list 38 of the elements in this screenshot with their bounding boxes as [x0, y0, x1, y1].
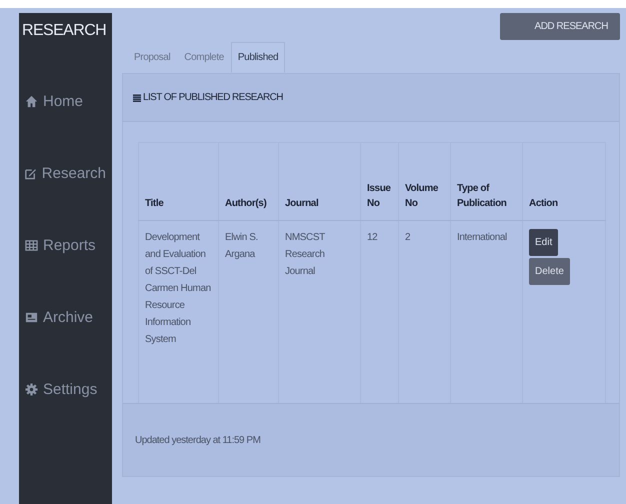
list-icon — [133, 94, 141, 102]
tab[interactable]: Published — [230, 42, 286, 73]
sidebar-item[interactable]: Research — [19, 137, 112, 209]
column-header: Title — [145, 198, 164, 209]
table-cell: 2 — [405, 232, 410, 243]
brand-title: RESEARCH — [22, 21, 106, 41]
column-header: Journal — [285, 198, 318, 209]
table-icon — [25, 238, 38, 252]
sidebar-item[interactable]: Home — [19, 79, 112, 123]
sidebar-label: Settings — [43, 380, 98, 398]
tab[interactable]: Complete — [177, 42, 231, 73]
sidebar-label: Archive — [43, 308, 94, 326]
edit-button[interactable]: Edit — [529, 229, 558, 256]
table-cell: International — [457, 232, 507, 243]
column-header: Volume No — [405, 183, 438, 209]
tab[interactable]: Proposal — [127, 42, 178, 73]
edit-icon — [25, 166, 37, 180]
sidebar-item[interactable]: Settings — [19, 353, 112, 425]
column-header: Type of Publication — [457, 183, 506, 209]
update-note: Updated yesterday at 11:59 PM — [135, 434, 260, 446]
sidebar-label: Research — [42, 164, 106, 182]
add-research-button[interactable]: ADD RESEARCH — [500, 13, 620, 40]
column-header: Action — [529, 198, 558, 209]
settings-icon — [25, 382, 38, 396]
column-header: Issue No — [367, 183, 391, 209]
home-icon — [25, 94, 38, 108]
delete-button[interactable]: Delete — [529, 258, 570, 285]
column-header: Author(s) — [225, 198, 266, 209]
archive-icon — [25, 310, 38, 324]
sidebar-label: Home — [43, 92, 84, 110]
table-cell: Elwin S. Argana — [225, 232, 258, 260]
table-cell: Development and Evaluation of SSCT-Del Carmen Human Resource Information System — [145, 232, 211, 345]
table-cell: 12 — [367, 232, 378, 243]
panel-title: LIST OF PUBLISHED RESEARCH — [143, 92, 283, 103]
sidebar-item[interactable]: Archive — [19, 281, 112, 353]
table-cell: NMSCST Research Journal — [285, 232, 325, 277]
sidebar-item[interactable]: Reports — [19, 209, 112, 281]
sidebar-label: Reports — [43, 236, 96, 254]
